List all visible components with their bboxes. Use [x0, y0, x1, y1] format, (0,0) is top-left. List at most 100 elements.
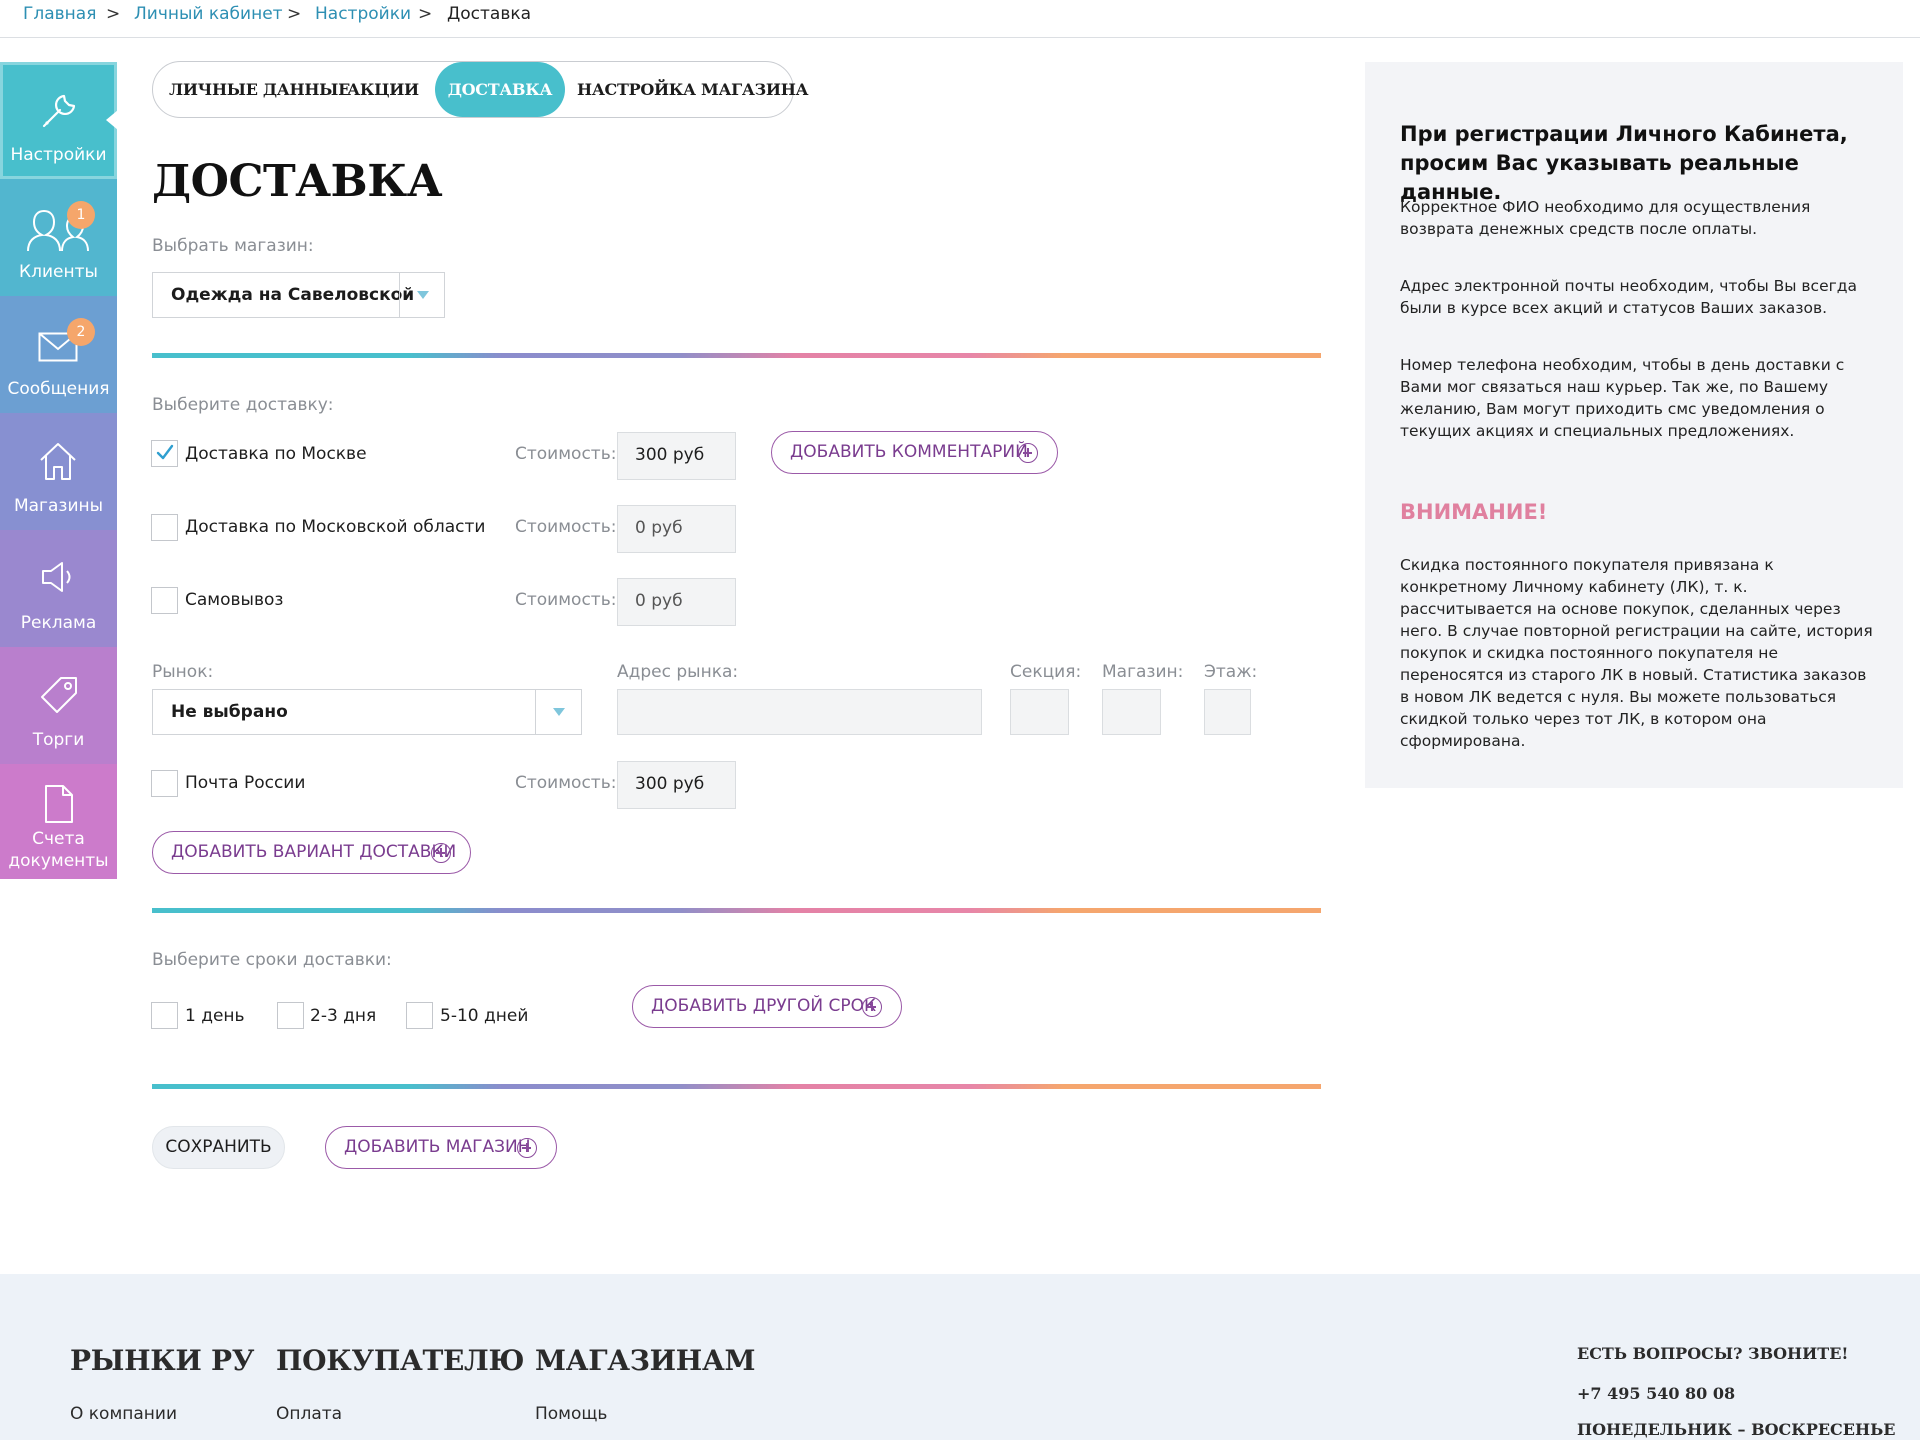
home-icon [40, 443, 76, 480]
cost-value: 0 руб [635, 591, 683, 611]
floor-input[interactable] [1204, 689, 1251, 735]
add-term-button[interactable]: ДОБАВИТЬ ДРУГОЙ СРОК [632, 985, 902, 1028]
breadcrumb-link-home[interactable]: Главная [23, 4, 96, 24]
add-comment-label: ДОБАВИТЬ КОММЕНТАРИЙ [790, 442, 1028, 462]
wrench-icon [42, 94, 76, 128]
cost-label: Стоимость: [515, 444, 617, 464]
cost-value: 300 руб [635, 445, 705, 465]
sidebar-item-clients[interactable]: 1 Клиенты [0, 179, 117, 296]
footer: РЫНКИ РУ О компании ПОКУПАТЕЛЮ Оплата МА… [0, 1274, 1920, 1440]
delivery-post-cost-input[interactable]: 300 руб [617, 761, 736, 809]
delivery-option-label: Почта России [185, 773, 306, 793]
sidebar-item-label: Магазины [13, 496, 104, 516]
delivery-option-label: Доставка по Москве [185, 444, 367, 464]
add-delivery-variant-button[interactable]: ДОБАВИТЬ ВАРИАНТ ДОСТАВКИ [152, 831, 471, 874]
sidebar-item-ads[interactable]: Реклама [0, 530, 117, 647]
sidebar-item-label: Клиенты [19, 262, 98, 282]
term-5-10-days-checkbox[interactable] [406, 1002, 433, 1029]
tab-store-settings[interactable]: НАСТРОЙКА МАГАЗИНА [577, 62, 809, 117]
sidebar-item-label: Торги [32, 730, 85, 750]
save-button[interactable]: СОХРАНИТЬ [152, 1126, 285, 1169]
info-paragraph: Номер телефона необходим, чтобы в день д… [1400, 356, 1845, 440]
select-divider [535, 690, 536, 734]
select-divider [399, 273, 400, 317]
add-store-label: ДОБАВИТЬ МАГАЗИН [344, 1137, 531, 1157]
sidebar: Настройки 1 Клиенты 2 Сообщения Магазины… [0, 62, 118, 879]
delivery-pickup-checkbox[interactable] [151, 587, 178, 614]
tab-delivery[interactable]: ДОСТАВКА [435, 62, 565, 117]
term-option-label: 2-3 дня [310, 1006, 377, 1026]
breadcrumb: Главная > Личный кабинет > Настройки > Д… [0, 0, 1920, 38]
megaphone-icon [42, 562, 71, 592]
plus-circle-icon [1018, 443, 1038, 463]
section-divider [152, 908, 1321, 913]
sidebar-item-stores[interactable]: Магазины [0, 413, 117, 530]
footer-phone[interactable]: +7 495 540 80 08 [1577, 1384, 1735, 1403]
sidebar-item-settings[interactable]: Настройки [0, 62, 118, 179]
tab-bar: ЛИЧНЫЕ ДАННЫЕ АКЦИИ ДОСТАВКА НАСТРОЙКА М… [152, 61, 809, 118]
section-input[interactable] [1010, 689, 1069, 735]
footer-contact-title: ЕСТЬ ВОПРОСЫ? ЗВОНИТЕ! [1577, 1344, 1849, 1363]
breadcrumb-separator: > [287, 4, 302, 24]
sidebar-item-messages[interactable]: 2 Сообщения [0, 296, 117, 413]
info-paragraph: Адрес электронной почты необходим, чтобы… [1400, 277, 1857, 317]
plus-circle-icon [431, 843, 451, 863]
add-store-button[interactable]: ДОБАВИТЬ МАГАЗИН [325, 1126, 557, 1169]
cost-label: Стоимость: [515, 590, 617, 610]
footer-hours: ПОНЕДЕЛЬНИК – ВОСКРЕСЕНЬЕ [1577, 1420, 1896, 1439]
chevron-down-icon [417, 291, 429, 299]
cost-label: Стоимость: [515, 517, 617, 537]
term-2-3-days-checkbox[interactable] [277, 1002, 304, 1029]
tab-promotions[interactable]: АКЦИИ [343, 62, 423, 117]
terms-label: Выберите сроки доставки: [152, 950, 392, 970]
market-select[interactable]: Не выбрано [152, 689, 582, 735]
breadcrumb-link-settings[interactable]: Настройки [315, 4, 411, 24]
sidebar-item-documents[interactable]: Счета документы [0, 764, 117, 879]
breadcrumb-separator: > [106, 4, 121, 24]
sidebar-item-label: Реклама [20, 613, 97, 633]
cost-value: 300 руб [635, 774, 705, 794]
add-delivery-variant-label: ДОБАВИТЬ ВАРИАНТ ДОСТАВКИ [171, 842, 457, 862]
delivery-region-checkbox[interactable] [151, 514, 178, 541]
footer-link-about[interactable]: О компании [70, 1404, 177, 1424]
section-label: Секция: [1010, 662, 1082, 682]
term-1-day-checkbox[interactable] [151, 1002, 178, 1029]
store-select[interactable]: Одежда на Савеловской [152, 272, 445, 318]
checkmark-icon [156, 444, 174, 460]
breadcrumb-current: Доставка [447, 4, 532, 24]
footer-link-help[interactable]: Помощь [535, 1404, 607, 1424]
footer-column-title: ПОКУПАТЕЛЮ [276, 1344, 525, 1377]
plus-circle-icon [862, 997, 882, 1017]
delivery-moscow-cost-input[interactable]: 300 руб [617, 432, 736, 480]
delivery-pickup-cost-input[interactable]: 0 руб [617, 578, 736, 626]
cost-label: Стоимость: [515, 773, 617, 793]
market-address-input[interactable] [617, 689, 982, 735]
add-comment-button[interactable]: ДОБАВИТЬ КОММЕНТАРИЙ [771, 431, 1058, 474]
sidebar-item-label: Счета [32, 829, 85, 849]
chevron-down-icon [553, 708, 565, 716]
footer-link-payment[interactable]: Оплата [276, 1404, 342, 1424]
warning-heading: ВНИМАНИЕ! [1400, 500, 1548, 524]
term-option-label: 5-10 дней [440, 1006, 529, 1026]
info-paragraph: Скидка постоянного покупателя привязана … [1400, 556, 1873, 750]
delivery-region-cost-input[interactable]: 0 руб [617, 505, 736, 553]
breadcrumb-link-account[interactable]: Личный кабинет [134, 4, 283, 24]
info-paragraph: Корректное ФИО необходимо для осуществле… [1400, 198, 1811, 238]
footer-column-title: МАГАЗИНАМ [535, 1344, 756, 1377]
delivery-post-checkbox[interactable] [151, 770, 178, 797]
delivery-moscow-checkbox[interactable] [151, 440, 178, 467]
delivery-option-label: Доставка по Московской области [185, 517, 486, 537]
info-title: При регистрации Личного Кабинета, просим… [1400, 122, 1848, 204]
sidebar-item-label: Настройки [10, 145, 107, 165]
info-panel: При регистрации Личного Кабинета, просим… [1365, 62, 1903, 788]
store-select-value: Одежда на Савеловской [171, 285, 415, 305]
sidebar-item-auctions[interactable]: Торги [0, 647, 117, 764]
tab-personal-data[interactable]: ЛИЧНЫЕ ДАННЫЕ [169, 62, 350, 117]
plus-circle-icon [517, 1138, 537, 1158]
market-select-value: Не выбрано [171, 702, 288, 722]
term-option-label: 1 день [185, 1006, 245, 1026]
market-address-label: Адрес рынка: [617, 662, 739, 682]
shop-number-input[interactable] [1102, 689, 1161, 735]
breadcrumb-separator: > [418, 4, 433, 24]
delivery-label: Выберите доставку: [152, 395, 334, 415]
